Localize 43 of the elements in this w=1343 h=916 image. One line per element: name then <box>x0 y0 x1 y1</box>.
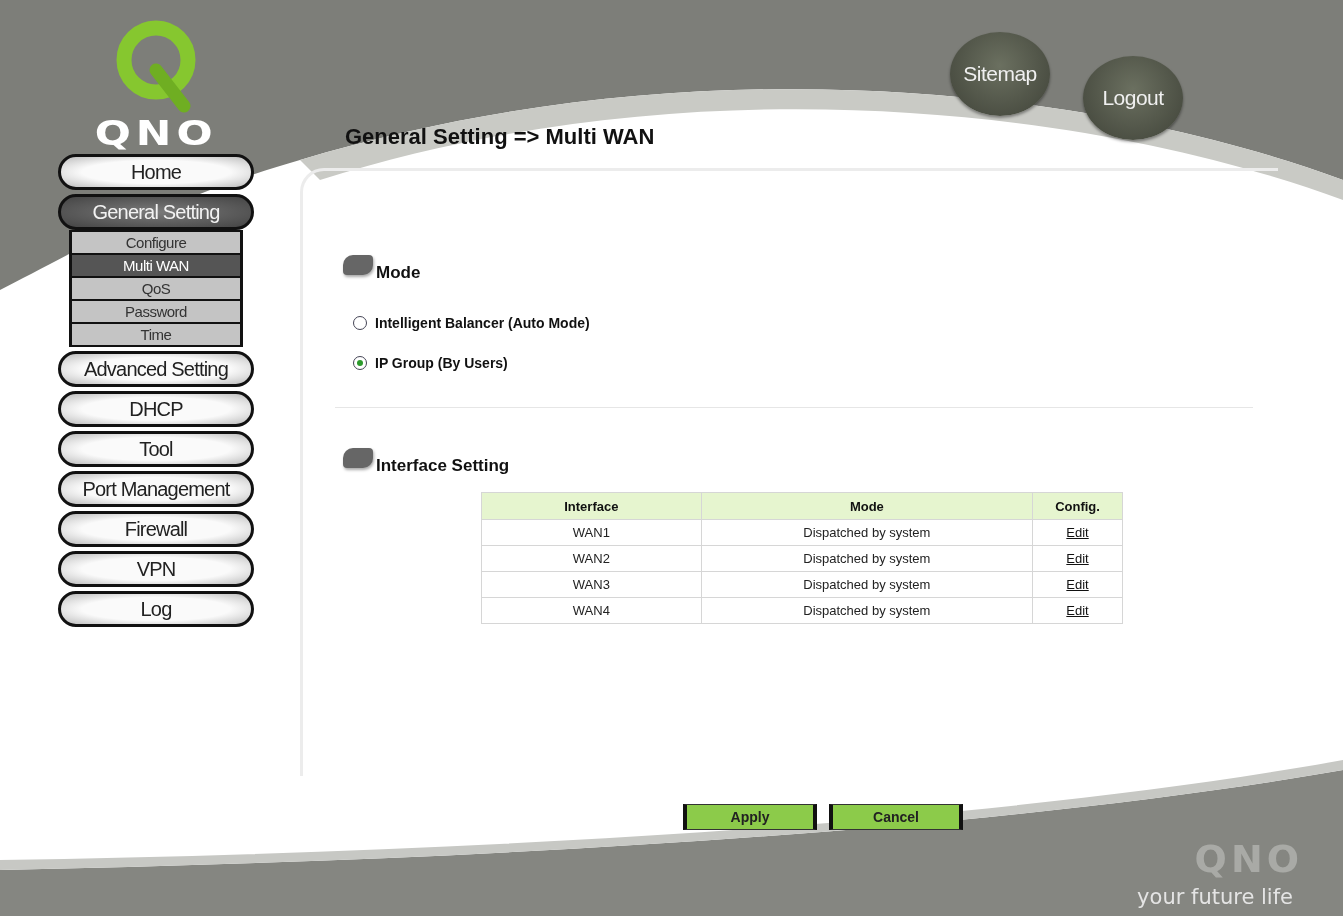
table-cell: WAN4 <box>481 597 702 624</box>
table-cell: Dispatched by system <box>701 597 1033 624</box>
nav-button[interactable]: Log <box>58 591 254 627</box>
table-cell: Dispatched by system <box>701 571 1033 598</box>
submenu-item[interactable]: QoS <box>72 278 240 299</box>
radio-button[interactable] <box>353 316 367 330</box>
edit-link[interactable]: Edit <box>1066 525 1089 540</box>
page-title: General Setting => Multi WAN <box>345 124 655 150</box>
section-title: Mode <box>376 263 421 283</box>
nav-button[interactable]: DHCP <box>58 391 254 427</box>
nav-button[interactable]: Firewall <box>58 511 254 547</box>
nav-button[interactable]: Port Management <box>58 471 254 507</box>
submenu-item[interactable]: Multi WAN <box>72 255 240 276</box>
column-header: Config. <box>1032 492 1123 520</box>
radio-button[interactable] <box>353 356 367 370</box>
radio-label: Intelligent Balancer (Auto Mode) <box>375 315 590 331</box>
column-header: Interface <box>481 492 702 520</box>
logo-text: QNO <box>94 118 218 148</box>
submenu-item[interactable]: Configure <box>72 232 240 253</box>
section-icon <box>343 255 373 275</box>
submenu-item[interactable]: Password <box>72 301 240 322</box>
section-title: Interface Setting <box>376 456 510 476</box>
nav-button[interactable]: Home <box>58 154 254 190</box>
footer-tagline: your future life <box>1137 887 1293 908</box>
nav-button[interactable]: General Setting <box>58 194 254 230</box>
nav-button[interactable]: VPN <box>58 551 254 587</box>
edit-link[interactable]: Edit <box>1066 603 1089 618</box>
table-cell: WAN2 <box>481 545 702 572</box>
section-icon <box>343 448 373 468</box>
radio-label: IP Group (By Users) <box>375 355 508 371</box>
action-button[interactable]: Apply <box>683 804 817 830</box>
column-header: Mode <box>701 492 1033 520</box>
edit-link[interactable]: Edit <box>1066 551 1089 566</box>
nav-button[interactable]: Advanced Setting <box>58 351 254 387</box>
nav-button[interactable]: Tool <box>58 431 254 467</box>
table-cell: WAN1 <box>481 519 702 546</box>
logo-icon <box>114 18 198 114</box>
submenu-item[interactable]: Time <box>72 324 240 345</box>
table-cell: WAN3 <box>481 571 702 598</box>
table-cell: Dispatched by system <box>701 519 1033 546</box>
table-cell: Dispatched by system <box>701 545 1033 572</box>
action-button[interactable]: Cancel <box>829 804 963 830</box>
edit-link[interactable]: Edit <box>1066 577 1089 592</box>
